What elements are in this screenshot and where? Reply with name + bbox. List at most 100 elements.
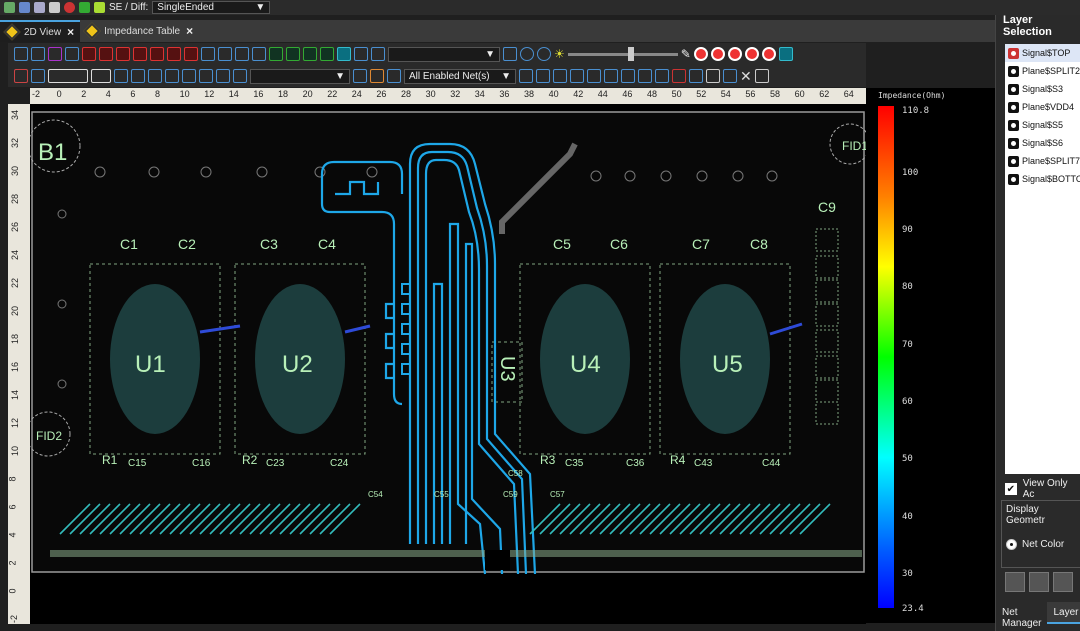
curve-icon[interactable] xyxy=(199,69,213,83)
hz-line-icon[interactable] xyxy=(638,69,652,83)
pcb-board-view[interactable]: B1 FID1 FID2 U1 U2 U4 U5 U3 C1 C2 C3 C4 … xyxy=(30,104,866,624)
close-icon[interactable]: × xyxy=(186,24,193,38)
color-red-3-icon[interactable] xyxy=(727,47,742,61)
via-red-icon[interactable] xyxy=(116,47,130,61)
open-icon[interactable] xyxy=(19,2,30,13)
color-red-2-icon[interactable] xyxy=(710,47,725,61)
layer-tool-1-icon[interactable] xyxy=(1005,572,1025,592)
eye-icon[interactable] xyxy=(1008,47,1019,59)
pointer-icon[interactable] xyxy=(723,69,737,83)
vbar-icon[interactable] xyxy=(131,69,145,83)
vertical-icon[interactable] xyxy=(587,69,601,83)
layer-item[interactable]: Signal$S5 xyxy=(1005,116,1080,134)
close-icon[interactable]: ✕ xyxy=(740,68,752,85)
circle-red-icon[interactable] xyxy=(133,47,147,61)
search-select[interactable]: ▼ xyxy=(250,68,350,84)
corner-icon[interactable] xyxy=(570,69,584,83)
layer-red-icon[interactable] xyxy=(82,47,96,61)
remove-red-icon[interactable] xyxy=(167,47,181,61)
grid-icon[interactable] xyxy=(371,47,385,61)
flip-icon[interactable] xyxy=(252,47,266,61)
search-icon[interactable] xyxy=(353,69,367,83)
pin-icon[interactable] xyxy=(14,69,28,83)
fill-shape-icon[interactable] xyxy=(519,69,533,83)
line-style-icon[interactable] xyxy=(48,69,88,83)
eye-icon[interactable] xyxy=(1008,83,1019,95)
rotate-icon[interactable] xyxy=(31,47,45,61)
tab-layer[interactable]: Layer xyxy=(1047,602,1080,624)
new-icon[interactable] xyxy=(4,2,15,13)
play-icon[interactable] xyxy=(79,2,90,13)
add-red-icon[interactable] xyxy=(150,47,164,61)
brightness-slider[interactable] xyxy=(567,46,678,61)
highlight-icon[interactable] xyxy=(48,47,62,61)
horizontal-icon[interactable] xyxy=(604,69,618,83)
list-icon[interactable] xyxy=(114,69,128,83)
align-icon[interactable] xyxy=(148,69,162,83)
impedance-icon[interactable] xyxy=(337,47,351,61)
eye-icon[interactable] xyxy=(1008,101,1019,113)
tab-net-manager[interactable]: Net Manager xyxy=(996,602,1047,629)
select-rect-icon[interactable] xyxy=(14,47,28,61)
layers-icon[interactable] xyxy=(354,47,368,61)
trace-icon[interactable] xyxy=(216,69,230,83)
zoom-icon[interactable] xyxy=(65,47,79,61)
layer-item[interactable]: Signal$BOTTOM xyxy=(1005,170,1080,188)
dash-icon[interactable] xyxy=(536,69,550,83)
eye-icon[interactable] xyxy=(1008,119,1019,131)
eye-icon[interactable] xyxy=(1008,155,1019,167)
layer-item[interactable]: Signal$S6 xyxy=(1005,134,1080,152)
arc-icon[interactable] xyxy=(182,69,196,83)
dot-icon[interactable] xyxy=(621,69,635,83)
zoom-in-icon[interactable] xyxy=(520,47,534,61)
eye-icon[interactable] xyxy=(1008,65,1019,77)
text-icon[interactable] xyxy=(31,69,45,83)
route-icon[interactable] xyxy=(286,47,300,61)
split-icon[interactable] xyxy=(320,47,334,61)
pad-red-icon[interactable] xyxy=(99,47,113,61)
net-icon[interactable] xyxy=(269,47,283,61)
mode-select[interactable]: ▼ xyxy=(388,46,500,62)
binoculars-icon[interactable] xyxy=(233,69,247,83)
net-color-radio[interactable]: Net Color xyxy=(1006,539,1076,550)
edit-red-icon[interactable] xyxy=(184,47,198,61)
layer-tool-2-icon[interactable] xyxy=(1029,572,1049,592)
clipboard-icon[interactable] xyxy=(754,69,769,83)
color-red-4-icon[interactable] xyxy=(744,47,759,61)
palette-icon[interactable]: ✎ xyxy=(681,47,691,61)
tab-2d-view[interactable]: 2D View × xyxy=(0,20,81,42)
tab-impedance-table[interactable]: Impedance Table × xyxy=(80,20,200,42)
group-icon[interactable] xyxy=(303,47,317,61)
line-width-icon[interactable] xyxy=(91,69,111,83)
close-icon[interactable]: × xyxy=(67,25,74,39)
fill-icon[interactable] xyxy=(778,47,793,61)
paint-icon[interactable] xyxy=(706,69,720,83)
bus-icon[interactable] xyxy=(655,69,669,83)
color-red-5-icon[interactable] xyxy=(761,47,776,61)
color-red-1-icon[interactable] xyxy=(693,47,708,61)
se-diff-select[interactable]: SingleEnded ▼ xyxy=(152,1,271,14)
filter-icon[interactable] xyxy=(94,2,105,13)
layer-item[interactable]: Plane$VDD4 xyxy=(1005,98,1080,116)
layer-item[interactable]: Signal$TOP xyxy=(1005,44,1080,62)
layer-item[interactable]: Plane$SPLIT2 xyxy=(1005,62,1080,80)
cursor-icon[interactable] xyxy=(689,69,703,83)
zoom-out-icon[interactable] xyxy=(537,47,551,61)
layer-tool-3-icon[interactable] xyxy=(1053,572,1073,592)
layer-item[interactable]: Plane$SPLIT7 xyxy=(1005,152,1080,170)
export-icon[interactable] xyxy=(49,2,60,13)
layer-item[interactable]: Signal$S3 xyxy=(1005,80,1080,98)
net-filter-select[interactable]: All Enabled Net(s) ▼ xyxy=(404,68,516,84)
view-only-active-checkbox[interactable]: ✔ View Only Ac xyxy=(1005,478,1080,500)
record-icon[interactable] xyxy=(64,2,75,13)
measure-icon[interactable] xyxy=(370,69,384,83)
copy-icon[interactable] xyxy=(201,47,215,61)
pcb-canvas[interactable]: B1 FID1 FID2 U1 U2 U4 U5 U3 C1 C2 C3 C4 … xyxy=(30,104,866,624)
eye-icon[interactable] xyxy=(1008,173,1019,185)
stack-icon[interactable] xyxy=(672,69,686,83)
bend-icon[interactable] xyxy=(553,69,567,83)
distribute-icon[interactable] xyxy=(165,69,179,83)
mirror-icon[interactable] xyxy=(235,47,249,61)
fit-icon[interactable] xyxy=(503,47,517,61)
eye-icon[interactable] xyxy=(1008,137,1019,149)
